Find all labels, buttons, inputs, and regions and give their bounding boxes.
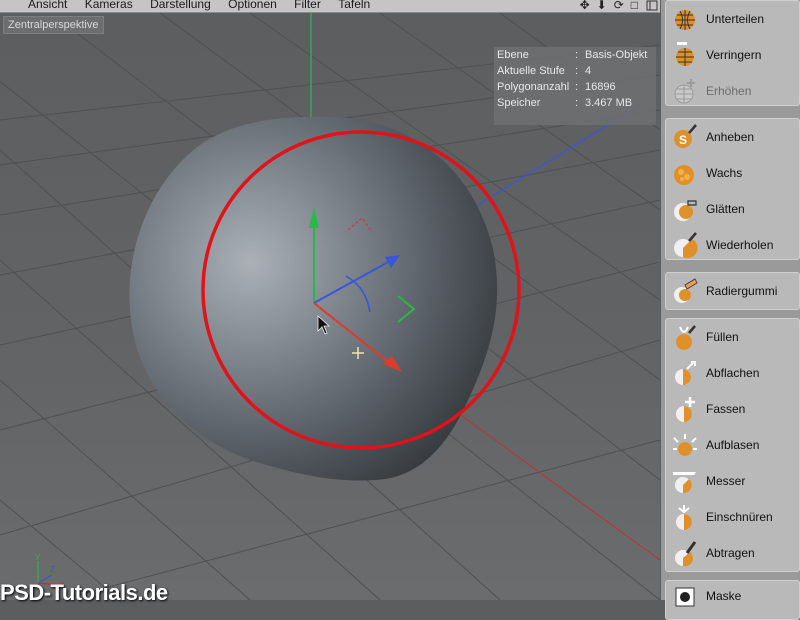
menu-kameras[interactable]: Kameras xyxy=(85,0,133,11)
info-row-stufe: Aktuelle Stufe:4 xyxy=(497,65,592,77)
tool-anheben[interactable]: S Anheben xyxy=(666,119,800,155)
tool-wiederholen[interactable]: Wiederholen xyxy=(666,227,800,263)
move-icon[interactable]: ✥ xyxy=(580,0,594,12)
pinch-brush-icon xyxy=(676,505,692,530)
menu-optionen[interactable]: Optionen xyxy=(228,0,277,11)
tool-radiergummi[interactable]: Radiergummi xyxy=(666,273,800,309)
eraser-brush-icon xyxy=(674,278,698,303)
tool-einschnueren[interactable]: Einschnüren xyxy=(666,499,800,535)
watermark: PSD-Tutorials.de xyxy=(0,580,168,605)
tool-verringern[interactable]: Verringern xyxy=(666,37,800,73)
tool-erhoehen[interactable]: Erhöhen xyxy=(666,73,800,109)
tool-glaetten[interactable]: Glätten xyxy=(666,191,800,227)
increase-icon xyxy=(674,79,695,104)
knife-brush-icon xyxy=(673,472,696,494)
scrape-brush-icon xyxy=(675,541,697,567)
grab-brush-icon xyxy=(676,397,695,422)
eraser-group: Radiergummi xyxy=(665,272,800,310)
viewport-camera-label: Zentralperspektive xyxy=(3,16,104,34)
tool-fuellen[interactable]: Füllen xyxy=(666,319,800,355)
tool-abtragen[interactable]: Abtragen xyxy=(666,535,800,571)
menu-bar: Ansicht Kameras Darstellung Optionen Fil… xyxy=(0,0,660,13)
sculpt-tools-panel: Unterteilen Verringern Erhöhen S Anheben… xyxy=(661,0,800,620)
tool-abflachen[interactable]: Abflachen xyxy=(666,355,800,391)
fill-brush-icon xyxy=(676,325,696,350)
repeat-brush-icon xyxy=(674,232,698,259)
tool-messer[interactable]: Messer xyxy=(666,463,800,499)
menu-darstellung[interactable]: Darstellung xyxy=(150,0,211,11)
tool-aufblasen[interactable]: Aufblasen xyxy=(666,427,800,463)
menu-filter[interactable]: Filter xyxy=(294,0,321,11)
info-row-ebene: Ebene: Basis-Objekt xyxy=(497,49,648,61)
mask-group: Maske xyxy=(665,580,800,620)
tool-unterteilen[interactable]: Unterteilen xyxy=(666,1,800,37)
menu-tafeln[interactable]: Tafeln xyxy=(338,0,370,11)
wax-brush-icon xyxy=(674,165,694,185)
pull-brush-icon: S xyxy=(674,124,697,148)
flatten-brush-icon xyxy=(675,361,696,385)
layout-toggle-icon[interactable] xyxy=(645,0,661,12)
tool-maske[interactable]: Maske xyxy=(666,581,800,617)
brush-group: S Anheben Wachs Glätten Wiederholen xyxy=(665,118,800,260)
menu-ansicht[interactable]: Ansicht xyxy=(28,0,67,11)
viewport-nav-icons: ✥ ⬇ ⟳ □ xyxy=(577,0,642,12)
world-x-axis xyxy=(439,399,660,561)
inflate-brush-icon xyxy=(673,434,697,456)
reduce-icon xyxy=(676,42,694,66)
tool-fassen[interactable]: Fassen xyxy=(666,391,800,427)
svg-text:Z: Z xyxy=(50,565,55,574)
tool-wachs[interactable]: Wachs xyxy=(666,155,800,191)
smooth-brush-icon xyxy=(674,200,697,221)
subdivision-group: Unterteilen Verringern Erhöhen xyxy=(665,0,800,106)
mask-brush-icon xyxy=(675,587,695,607)
zoom-icon[interactable]: ⬇ xyxy=(597,0,611,12)
info-overlay: Ebene: Basis-Objekt Aktuelle Stufe:4 Poly… xyxy=(494,47,656,125)
svg-text:Y: Y xyxy=(35,553,41,562)
info-row-speicher: Speicher:3.467 MB xyxy=(497,97,633,109)
info-row-polygone: Polygonanzahl:16896 xyxy=(497,81,616,93)
rotate-icon[interactable]: ⟳ xyxy=(614,0,628,12)
svg-text:S: S xyxy=(679,133,687,147)
shape-brush-group: Füllen Abflachen Fassen Aufblasen Messer… xyxy=(665,318,800,572)
maximize-icon[interactable]: □ xyxy=(631,0,642,12)
subdivide-icon xyxy=(675,10,695,30)
viewport[interactable]: Zentralperspektive Ebene: Basis-Objekt Ak… xyxy=(0,13,660,600)
